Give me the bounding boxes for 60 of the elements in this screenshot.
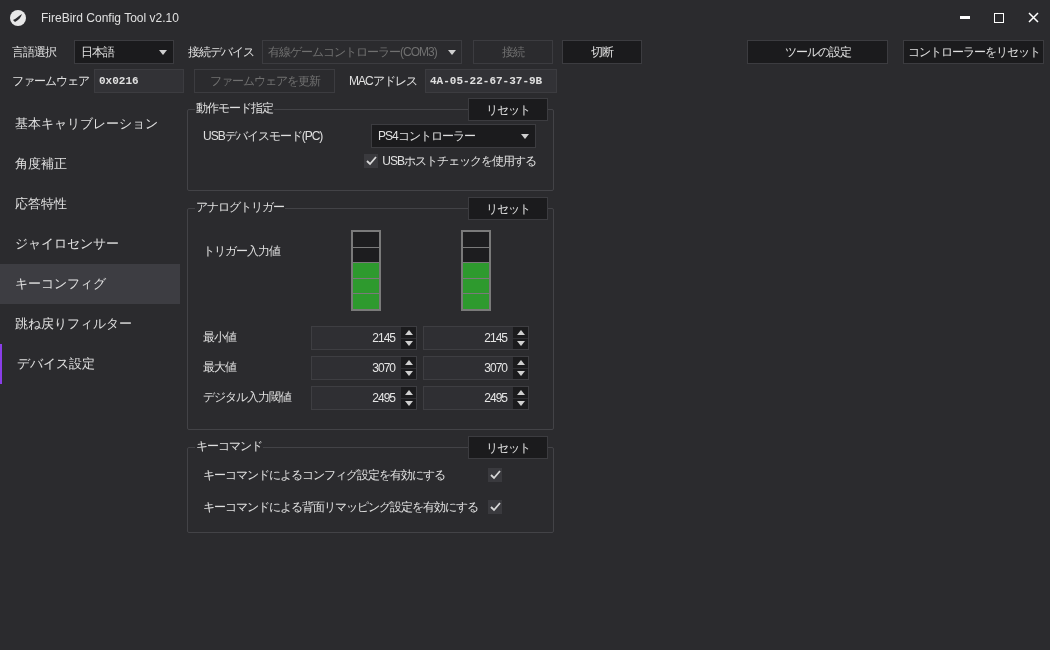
reset-button[interactable]: リセット — [468, 197, 548, 220]
tool-settings-button[interactable]: ツールの設定 — [747, 40, 888, 64]
spin-down-icon[interactable] — [401, 368, 416, 379]
usb-mode-dropdown[interactable]: PS4コントローラー — [371, 124, 536, 148]
caret-icon — [448, 49, 456, 55]
usb-mode-label: USBデバイスモード(PC) — [203, 128, 324, 145]
number-spinbox[interactable]: 2145 — [423, 326, 529, 350]
sidebar-item[interactable]: 基本キャリブレーション — [0, 104, 180, 144]
spin-up-icon[interactable] — [401, 327, 416, 338]
checkbox[interactable] — [364, 154, 379, 168]
sidebar-item[interactable]: 跳ね戻りフィルター — [0, 304, 180, 344]
device-label: 接続デバイス — [188, 44, 255, 61]
close-icon — [1027, 12, 1039, 23]
language-dropdown[interactable]: 日本語 — [74, 40, 174, 64]
checkbox[interactable] — [488, 500, 502, 514]
reset-button[interactable]: リセット — [468, 98, 548, 121]
disconnect-button[interactable]: 切断 — [562, 40, 642, 64]
maximize-icon — [994, 12, 1004, 23]
trigger-row-label: 最大値 — [203, 359, 238, 376]
checkbox[interactable] — [488, 468, 502, 482]
group-title: アナログトリガー — [195, 200, 285, 214]
reset-button[interactable]: リセット — [468, 436, 548, 459]
sidebar-item[interactable]: ジャイロセンサー — [0, 224, 180, 264]
spin-down-icon[interactable] — [401, 398, 416, 409]
firmware-field: 0x0216 — [94, 68, 184, 93]
reset-controller-button[interactable]: コントローラーをリセット — [903, 40, 1044, 64]
trigger-input-label: トリガー入力値 — [203, 243, 282, 260]
sidebar-item[interactable]: デバイス設定 — [0, 344, 180, 384]
firmware-label: ファームウェア — [12, 72, 90, 90]
trigger-row-label: デジタル入力閾値 — [203, 389, 293, 406]
number-spinbox[interactable]: 2495 — [423, 386, 529, 410]
mac-address-label: MACアドレス — [349, 72, 418, 90]
sidebar-item[interactable]: キーコンフィグ — [0, 264, 180, 304]
spin-up-icon[interactable] — [401, 387, 416, 398]
group-title: キーコマンド — [195, 439, 263, 453]
spin-up-icon[interactable] — [513, 357, 528, 368]
spin-down-icon[interactable] — [513, 338, 528, 349]
group-title: 動作モード指定 — [195, 101, 274, 115]
language-label: 言語選択 — [12, 44, 58, 61]
sidebar-item[interactable]: 応答特性 — [0, 184, 180, 224]
mac-address-field: 4A-05-22-67-37-9B — [425, 68, 557, 93]
usb-host-check-label: USBホストチェックを使用する — [382, 153, 536, 170]
spin-up-icon[interactable] — [513, 387, 528, 398]
number-spinbox[interactable]: 2145 — [311, 326, 417, 350]
window-title: FireBird Config Tool v2.10 — [41, 9, 179, 27]
spin-down-icon[interactable] — [513, 368, 528, 379]
spin-up-icon[interactable] — [513, 327, 528, 338]
minimize-icon — [960, 16, 970, 19]
spin-up-icon[interactable] — [401, 357, 416, 368]
key-command-option-label: キーコマンドによる背面リマッピング設定を有効にする — [203, 499, 479, 516]
caret-icon — [521, 133, 529, 139]
caret-icon — [159, 49, 167, 55]
trigger-row-label: 最小値 — [203, 329, 238, 346]
spin-down-icon[interactable] — [513, 398, 528, 409]
key-command-option-label: キーコマンドによるコンフィグ設定を有効にする — [203, 467, 446, 484]
number-spinbox[interactable]: 3070 — [311, 356, 417, 380]
number-spinbox[interactable]: 3070 — [423, 356, 529, 380]
number-spinbox[interactable]: 2495 — [311, 386, 417, 410]
sidebar-item[interactable]: 角度補正 — [0, 144, 180, 184]
spin-down-icon[interactable] — [401, 338, 416, 349]
